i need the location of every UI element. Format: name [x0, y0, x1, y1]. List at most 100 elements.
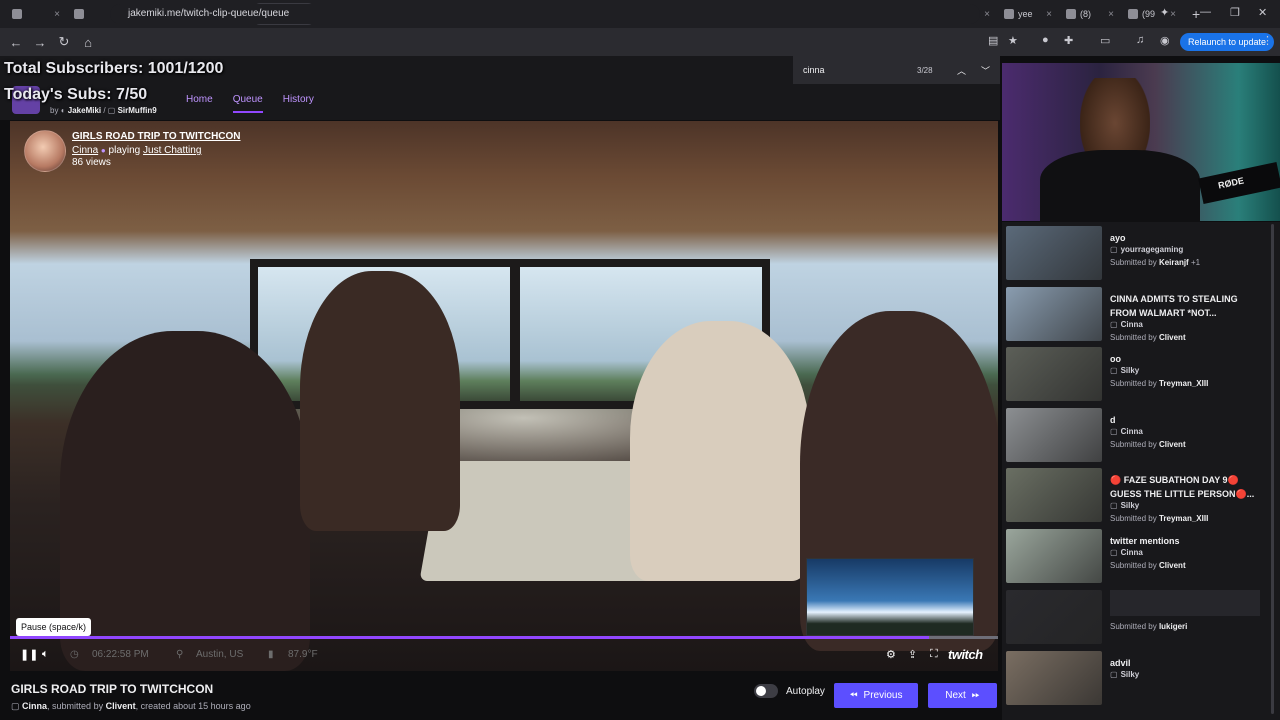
- clip-views: 86 views: [72, 157, 111, 168]
- clock-icon: ◷: [70, 649, 79, 660]
- queue-item-submitter: Submitted by Treyman_XIII: [1110, 379, 1209, 388]
- extensions-icon[interactable]: ✚: [1064, 34, 1073, 47]
- temperature-readout: 87.9°F: [288, 649, 318, 660]
- clip-thumbnail[interactable]: [1006, 226, 1102, 280]
- back-icon[interactable]: ←: [4, 35, 28, 50]
- chat-icon: ▢: [11, 701, 20, 711]
- tab-favicon-icon: [12, 9, 22, 19]
- home-icon[interactable]: ⌂: [76, 35, 100, 50]
- media-icon[interactable]: ♫: [1136, 34, 1144, 46]
- close-tab-icon[interactable]: ×: [54, 9, 60, 20]
- queue-item-submitter: Submitted by Treyman_XIII: [1110, 514, 1209, 523]
- reader-icon[interactable]: ▤: [988, 34, 998, 47]
- clip-streamer-line: Cinna ● playing Just Chatting: [72, 145, 202, 156]
- queue-item-channel: ▢ Silky: [1110, 501, 1140, 510]
- fullscreen-icon[interactable]: ⛶: [930, 648, 938, 661]
- screen-cast-icon[interactable]: ▭: [1100, 34, 1110, 47]
- clip-thumbnail[interactable]: [1006, 408, 1102, 462]
- autoplay-label: Autoplay: [786, 686, 825, 697]
- queue-item-submitter: Submitted by Clivent: [1110, 333, 1186, 342]
- close-tab-icon[interactable]: ×: [1170, 9, 1176, 20]
- fast-forward-icon: ⏩︎: [971, 690, 980, 701]
- clip-heading: GIRLS ROAD TRIP TO TWITCHCON: [11, 682, 214, 696]
- tab-favicon-icon: [1128, 9, 1138, 19]
- clip-thumbnail[interactable]: [1006, 529, 1102, 583]
- pause-icon[interactable]: ❚❚: [20, 648, 38, 661]
- queue-item[interactable]: ayo ▢ yourragegaming Submitted by Keiranjf …: [1006, 226, 1272, 282]
- queue-scrollbar[interactable]: [1271, 224, 1274, 714]
- close-window-icon[interactable]: ✕: [1258, 6, 1267, 19]
- submitter-link[interactable]: Clivent: [106, 701, 136, 711]
- clip-thumbnail[interactable]: [1006, 651, 1102, 705]
- queue-item[interactable]: twitter mentions ▢ Cinna Submitted by Clive…: [1006, 529, 1272, 585]
- channel-link[interactable]: Cinna: [22, 701, 47, 711]
- autoplay-toggle[interactable]: [754, 684, 778, 698]
- thermometer-icon: ▮: [268, 649, 274, 660]
- person-center-right: [630, 321, 810, 581]
- settings-icon[interactable]: ⚙: [886, 648, 896, 661]
- close-tab-icon[interactable]: ×: [1108, 9, 1114, 20]
- queue-item[interactable]: 🔴 FAZE SUBATHON DAY 9🔴 GUESS THE LITTLE …: [1006, 468, 1272, 524]
- nav-queue[interactable]: Queue: [232, 94, 263, 113]
- author-link[interactable]: JakeMiki: [68, 106, 101, 115]
- browser-tab[interactable]: (99 ×: [1122, 3, 1182, 25]
- find-previous-icon[interactable]: ︿: [957, 64, 966, 77]
- chat-icon: ▢: [1110, 548, 1118, 557]
- clip-meta: ▢ Cinna, submitted by Clivent, created a…: [11, 701, 251, 711]
- seek-bar[interactable]: [10, 636, 998, 639]
- volume-icon[interactable]: 🔈︎: [42, 648, 49, 661]
- queue-item-submitter: Submitted by lukigeri: [1110, 622, 1188, 631]
- nav-home[interactable]: Home: [186, 94, 213, 113]
- queue-item-channel: ▢ Silky: [1110, 670, 1140, 679]
- queue-item-title: oo: [1110, 354, 1121, 364]
- chat-icon: ▢: [1110, 501, 1118, 510]
- find-bar: cinna 3/28 ︿ ﹀: [793, 56, 1000, 84]
- close-tab-icon[interactable]: ×: [1046, 9, 1052, 20]
- chat-icon: ▢: [1110, 366, 1118, 375]
- forward-icon[interactable]: →: [28, 35, 52, 50]
- player-controls: ❚❚ 🔈︎ ◷ 06:22:58 PM ⚲ Austin, US ▮ 87.9°…: [10, 640, 998, 670]
- clip-thumbnail[interactable]: [1006, 468, 1102, 522]
- browser-tab[interactable]: (8)×: [1060, 3, 1120, 25]
- queue-item[interactable]: Submitted by lukigeri: [1006, 590, 1272, 646]
- nav-history[interactable]: History: [283, 94, 314, 113]
- queue-item-channel: ▢ yourragegaming: [1110, 245, 1184, 254]
- author-link[interactable]: SirMuffin9: [118, 106, 157, 115]
- bookmark-star-icon[interactable]: ★: [1008, 34, 1018, 47]
- account-icon[interactable]: ◉: [1160, 34, 1170, 47]
- minimize-icon[interactable]: —: [1200, 6, 1211, 18]
- clip-thumbnail[interactable]: [1006, 287, 1102, 341]
- find-input[interactable]: cinna: [803, 65, 825, 75]
- byline: by ◐ JakeMiki / ▢ SirMuffin9: [50, 106, 157, 115]
- clip-thumbnail[interactable]: [1006, 347, 1102, 401]
- main-nav: Home Queue History: [186, 94, 314, 113]
- more-menu-icon[interactable]: ⋮: [1262, 34, 1273, 47]
- queue-item[interactable]: d ▢ Cinna Submitted by Clivent: [1006, 408, 1272, 464]
- time-readout: 06:22:58 PM: [92, 649, 149, 660]
- chat-icon: ▢: [1110, 427, 1118, 436]
- queue-item[interactable]: oo ▢ Silky Submitted by Treyman_XIII: [1006, 347, 1272, 403]
- clip-thumbnail[interactable]: [1006, 590, 1102, 644]
- queue-item[interactable]: advil ▢ Silky: [1006, 651, 1272, 707]
- clip-title-link[interactable]: GIRLS ROAD TRIP TO TWITCHCON: [72, 131, 241, 142]
- streamer-link[interactable]: Cinna: [72, 145, 98, 156]
- profile-icon[interactable]: ✦: [1160, 6, 1169, 19]
- streamer-avatar[interactable]: [24, 130, 66, 172]
- twitch-logo[interactable]: twitch: [948, 647, 983, 662]
- relaunch-button[interactable]: Relaunch to update: [1180, 33, 1275, 51]
- maximize-icon[interactable]: ❐: [1230, 6, 1240, 19]
- browser-tab[interactable]: yee ×: [998, 3, 1058, 25]
- verified-icon: ●: [100, 146, 106, 155]
- queue-item[interactable]: CINNA ADMITS TO STEALING FROM WALMART *N…: [1006, 287, 1272, 343]
- share-icon[interactable]: ⇪: [908, 648, 917, 661]
- game-link[interactable]: Just Chatting: [143, 145, 201, 156]
- url-field[interactable]: jakemiki.me/twitch-clip-queue/queue: [110, 4, 980, 24]
- person-left: [60, 331, 310, 671]
- next-button[interactable]: Next ⏩︎: [928, 683, 997, 708]
- previous-button[interactable]: ⏪︎ Previous: [834, 683, 918, 708]
- extension-red-icon[interactable]: ●: [1042, 34, 1049, 46]
- reload-icon[interactable]: ↻: [52, 34, 76, 50]
- find-next-icon[interactable]: ﹀: [981, 64, 990, 77]
- close-tab-icon[interactable]: ×: [984, 9, 990, 20]
- browser-tab[interactable]: ×: [6, 3, 66, 25]
